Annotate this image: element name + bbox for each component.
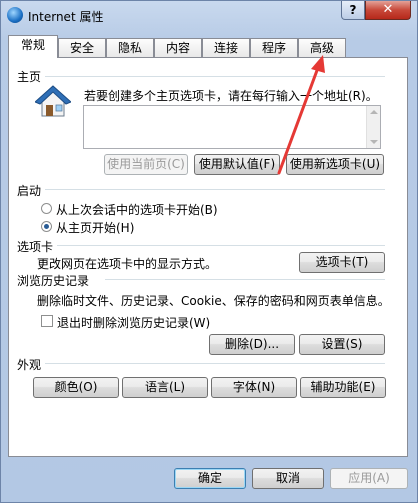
internet-options-window: Internet 属性 ? ✕ 常规 安全 隐私 内容 连接 程序 高级 主页 … [0, 0, 418, 503]
accessibility-button[interactable]: 辅助功能(E) [300, 377, 386, 398]
ok-button[interactable]: 确定 [174, 468, 246, 489]
tabs-description: 更改网页在选项卡中的显示方式。 [37, 257, 218, 271]
delete-history-button[interactable]: 删除(D)... [209, 334, 295, 355]
apply-button[interactable]: 应用(A) [330, 468, 408, 489]
tab-connections[interactable]: 连接 [202, 38, 250, 57]
tab-security[interactable]: 安全 [58, 38, 106, 57]
homepage-scrollbar[interactable] [366, 106, 380, 148]
colors-button[interactable]: 颜色(O) [33, 377, 119, 398]
delete-on-exit-label: 退出时删除浏览历史记录(W) [57, 316, 211, 330]
tab-general[interactable]: 常规 [8, 35, 58, 58]
radio-homepage[interactable] [41, 221, 52, 232]
use-current-button[interactable]: 使用当前页(C) [104, 154, 188, 175]
radio-last-session-label: 从上次会话中的选项卡开始(B) [56, 203, 218, 217]
radio-homepage-label: 从主页开始(H) [56, 221, 135, 235]
tab-content[interactable]: 内容 [154, 38, 202, 57]
scroll-down-icon[interactable] [370, 140, 378, 144]
appearance-divider [45, 363, 385, 364]
tab-privacy[interactable]: 隐私 [106, 38, 154, 57]
history-section-label: 浏览历史记录 [17, 274, 90, 288]
tab-strip: 常规 安全 隐私 内容 连接 程序 高级 [8, 35, 412, 58]
window-title: Internet 属性 [28, 10, 104, 24]
title-bar[interactable]: Internet 属性 ? ✕ [1, 1, 417, 31]
annotation-arrow-icon [277, 55, 325, 175]
startup-divider [45, 189, 385, 190]
scroll-up-icon[interactable] [370, 110, 378, 114]
internet-globe-icon [7, 7, 23, 23]
tabs-settings-button[interactable]: 选项卡(T) [299, 252, 385, 273]
history-settings-button[interactable]: 设置(S) [299, 334, 385, 355]
history-divider [105, 279, 385, 280]
appearance-section-label: 外观 [17, 358, 42, 372]
tabs-divider [57, 245, 385, 246]
homepage-section-label: 主页 [17, 70, 42, 84]
delete-on-exit-checkbox[interactable] [41, 315, 53, 327]
cancel-button[interactable]: 取消 [252, 468, 324, 489]
help-button[interactable]: ? [341, 1, 365, 20]
radio-last-session[interactable] [41, 203, 52, 214]
history-description: 删除临时文件、历史记录、Cookie、保存的密码和网页表单信息。 [37, 294, 390, 308]
close-button[interactable]: ✕ [365, 1, 411, 20]
startup-section-label: 启动 [17, 184, 42, 198]
languages-button[interactable]: 语言(L) [122, 377, 208, 398]
tabs-section-label: 选项卡 [17, 240, 54, 254]
radio-selected-dot [44, 224, 49, 229]
general-tab-panel: 主页 若要创建多个主页选项卡，请在每行输入一个地址(R)。 使用当前页(C) 使… [8, 57, 408, 457]
house-icon [35, 85, 71, 117]
fonts-button[interactable]: 字体(N) [211, 377, 297, 398]
